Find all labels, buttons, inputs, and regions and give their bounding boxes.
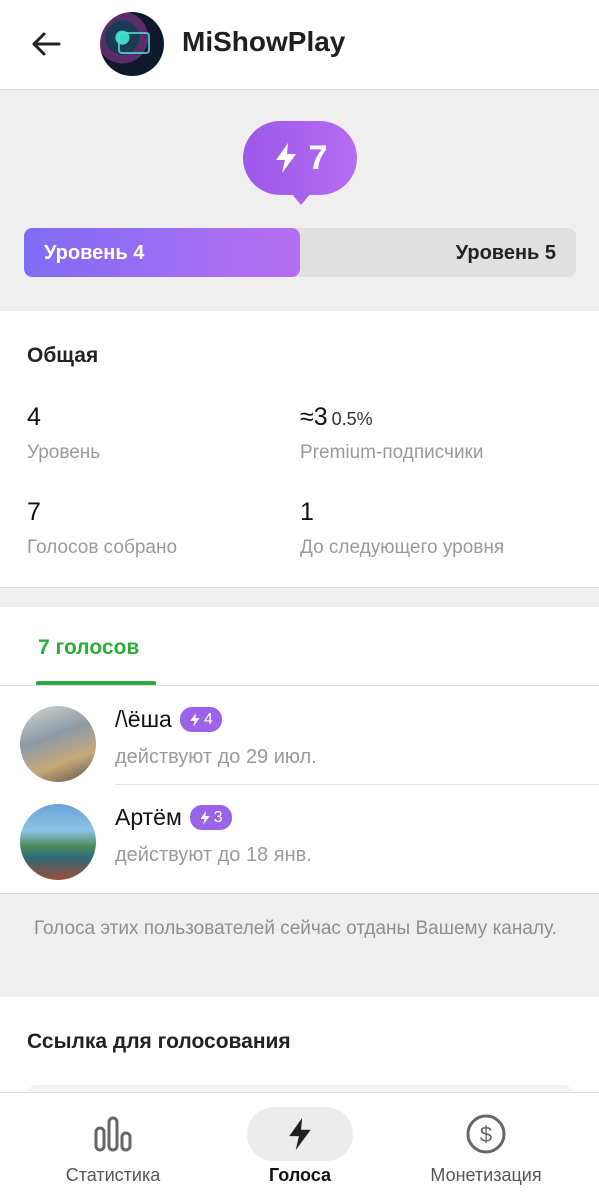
voter-expiry: действуют до 29 июл. [115,746,317,768]
nav-label: Монетизация [430,1165,542,1185]
bar-chart-icon [94,1116,132,1152]
voter-name-line: Артём 3 [115,804,232,831]
back-arrow-icon [32,32,61,56]
voter-boost-badge: 3 [189,805,232,830]
level-progress-bar: Уровень 4 Уровень 5 [24,228,576,277]
stat-label: Premium-подписчики [300,442,484,463]
stat-label: Уровень [27,442,101,463]
nav-icon-container: $ [433,1107,539,1161]
stat-value: 4 [27,403,100,432]
lightning-icon [289,1117,311,1151]
overview-heading: Общая [27,344,99,367]
voter-expiry: действуют до 18 янв. [115,844,312,866]
voter-boost-badge: 4 [179,707,222,732]
stat-boosts-collected: 7 Голосов собрано [27,498,177,559]
nav-label: Голоса [268,1165,332,1185]
voter-name: /\ёша [115,706,172,732]
voter-avatar [20,804,96,880]
channel-title: MiShowPlay [182,26,346,57]
stat-number: 7 [27,498,41,526]
app-header: MiShowPlay [0,0,599,90]
nav-monetization[interactable]: $ Монетизация [386,1093,586,1201]
lightning-icon [275,143,296,173]
stat-value: ≈3 0.5% [300,403,484,432]
stat-number: ≈3 [300,403,328,431]
divider [0,685,599,686]
nav-label: Статистика [65,1165,161,1185]
boost-link-heading: Ссылка для голосования [27,1030,291,1053]
voters-card: 7 голосов /\ёша 4 действуют до 29 июл. А… [0,607,599,894]
boost-link-section: Ссылка для голосования [0,997,599,1115]
nav-boosts[interactable]: Голоса [200,1093,400,1201]
voter-avatar [20,706,96,782]
row-separator [115,784,599,785]
voter-row[interactable]: Артём 3 действуют до 18 янв. [0,794,599,890]
nav-icon-container [60,1107,166,1161]
overview-card: Общая 4 Уровень ≈3 0.5% Premium-подписчик… [0,311,599,588]
lightning-icon [190,712,200,727]
stat-number: 1 [300,498,314,526]
stat-percent: 0.5% [331,409,373,429]
level-next-label: Уровень 5 [455,242,556,264]
voters-info-note: Голоса этих пользователей сейчас отданы … [34,918,557,939]
stat-number: 4 [27,403,41,431]
boost-count-badge: 7 [243,121,357,205]
channel-avatar[interactable] [100,12,164,76]
voter-row[interactable]: /\ёша 4 действуют до 29 июл. [0,696,599,792]
stat-value: 1 [300,498,504,527]
lightning-icon [200,810,210,825]
stat-label: Голосов собрано [27,537,178,558]
stat-to-next-level: 1 До следующего уровня [300,498,504,559]
voter-boost-count: 3 [213,808,223,826]
voter-boost-count: 4 [203,710,213,728]
voter-name: Артём [115,804,182,830]
tab-votes[interactable]: 7 голосов [38,636,139,660]
bottom-navigation: Статистика Голоса $ Монетизация [0,1092,599,1201]
dollar-coin-icon: $ [466,1114,506,1154]
voter-name-line: /\ёша 4 [115,706,222,733]
stat-premium-subscribers: ≈3 0.5% Premium-подписчики [300,403,484,464]
nav-statistics[interactable]: Статистика [13,1093,213,1201]
stat-value: 7 [27,498,177,527]
boost-count: 7 [308,138,328,177]
stat-level: 4 Уровень [27,403,100,464]
svg-text:$: $ [480,1122,492,1147]
stat-label: До следующего уровня [300,537,505,558]
level-current-label: Уровень 4 [44,242,145,264]
nav-icon-container [247,1107,353,1161]
back-button[interactable] [28,28,64,60]
